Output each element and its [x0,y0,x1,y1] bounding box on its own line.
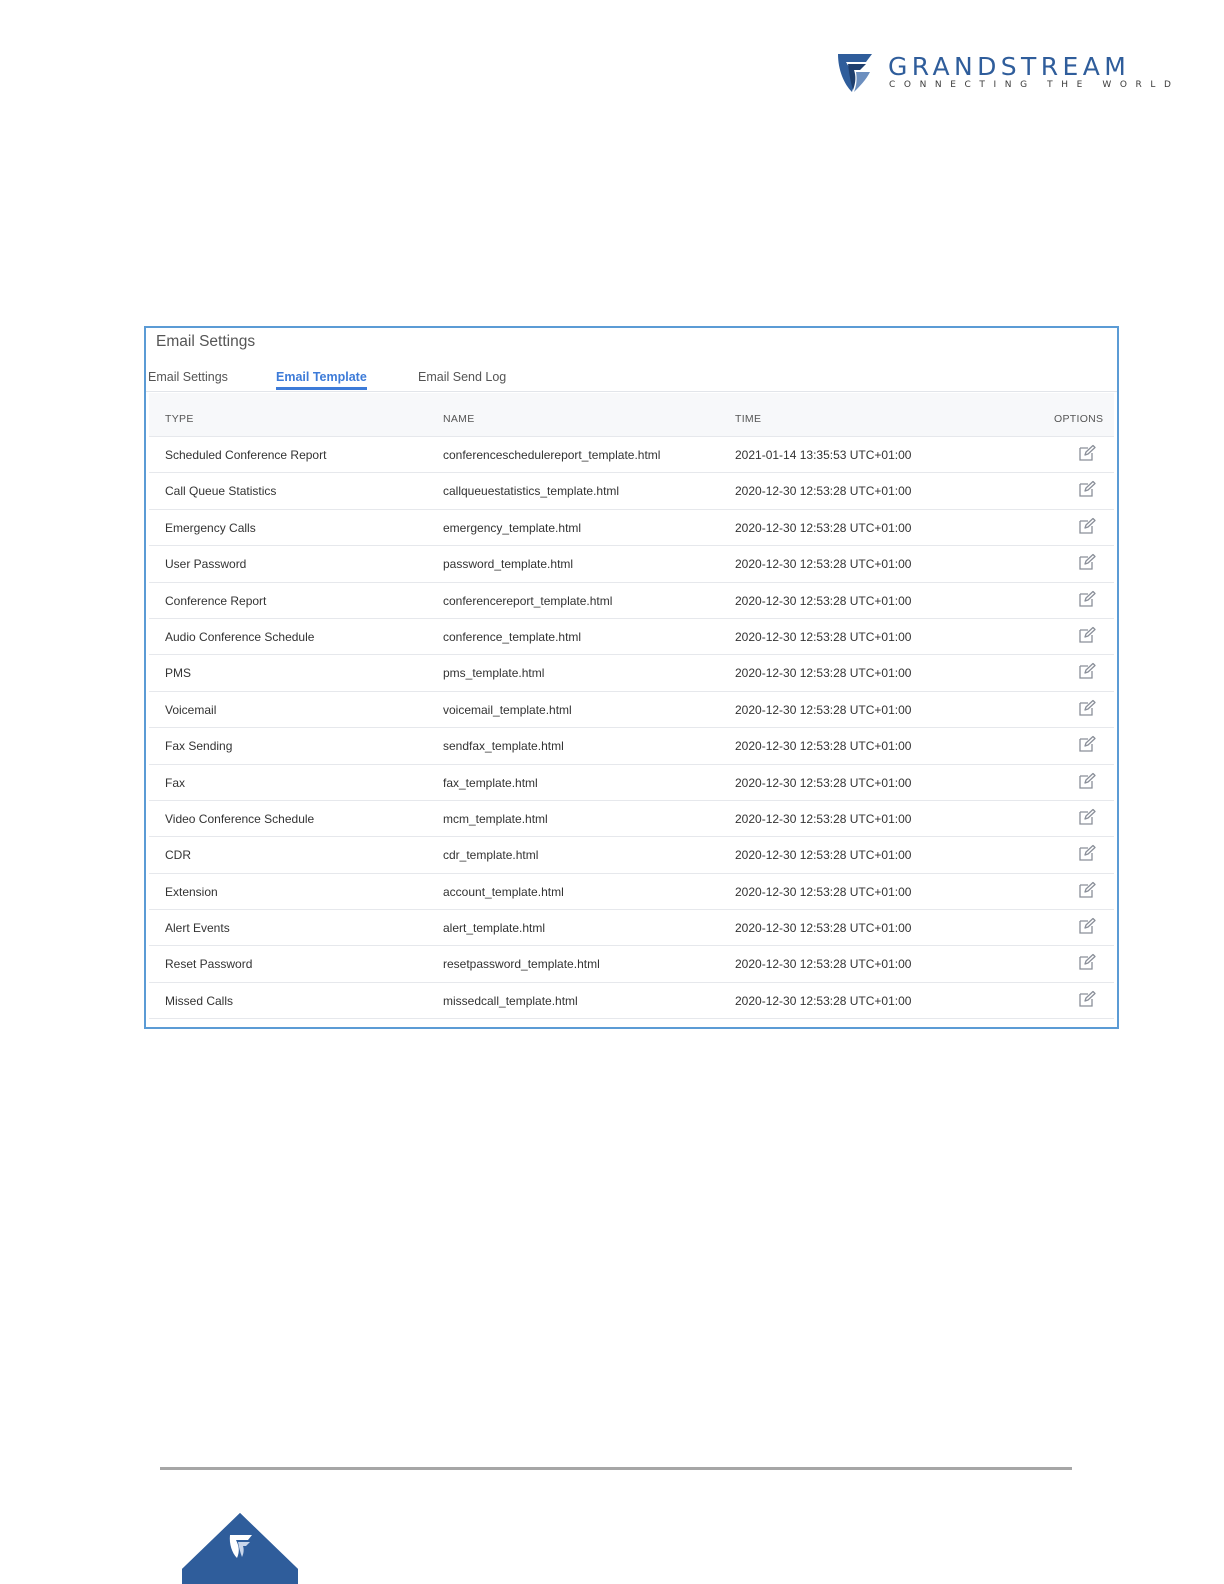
footer-logo-icon [182,1513,298,1584]
row-template-name: missedcall_template.html [443,993,578,1008]
row-time: 2020-12-30 12:53:28 UTC+01:00 [735,811,912,826]
row-type: Voicemail [165,702,217,717]
panel-title: Email Settings [156,333,256,350]
row-time: 2020-12-30 12:53:28 UTC+01:00 [735,520,912,535]
row-template-name: resetpassword_template.html [443,957,600,972]
footer-divider [160,1467,1072,1470]
row-template-name: conferencereport_template.html [443,593,613,608]
grandstream-logo-mark-icon [838,54,872,92]
edit-icon[interactable] [1078,735,1096,753]
edit-icon[interactable] [1078,953,1096,971]
edit-icon[interactable] [1078,590,1096,608]
edit-icon[interactable] [1078,444,1096,462]
edit-icon[interactable] [1078,881,1096,899]
row-time: 2020-12-30 12:53:28 UTC+01:00 [735,884,912,899]
row-type: Missed Calls [165,993,234,1008]
table-body: Scheduled Conference Report conferencesch… [149,437,1114,1020]
row-type: Scheduled Conference Report [165,448,327,462]
row-type: Audio Conference Schedule [165,629,315,644]
row-template-name: pms_template.html [443,666,545,681]
table-row: Fax fax_template.html 2020-12-30 12:53:28 … [149,765,1114,801]
row-template-name: voicemail_template.html [443,702,572,717]
row-type: Reset Password [165,957,253,972]
table-row: Alert Events alert_template.html 2020-12-3… [149,910,1114,947]
row-template-name: alert_template.html [443,921,546,936]
tab-email-send-log[interactable]: Email Send Log [418,370,506,384]
row-type: User Password [165,557,247,572]
row-type: Alert Events [165,921,230,936]
row-time: 2020-12-30 12:53:28 UTC+01:00 [735,629,912,644]
column-header-type[interactable]: TYPE [165,413,194,425]
row-type: Fax Sending [165,739,233,754]
edit-icon[interactable] [1078,808,1096,826]
tab-bar: Email Settings Email Template Email Send… [146,366,1117,392]
row-time: 2020-12-30 12:53:28 UTC+01:00 [735,848,912,863]
row-template-name: mcm_template.html [443,811,548,826]
row-template-name: sendfax_template.html [443,739,564,754]
edit-icon[interactable] [1078,772,1096,790]
table-row: Missed Calls missedcall_template.html 2020… [149,983,1114,1020]
email-settings-panel: Email Settings Email Settings Email Temp… [144,326,1119,1029]
column-header-options: OPTIONS [1054,413,1104,425]
row-type: Extension [165,884,218,899]
row-type: PMS [165,666,192,681]
table-row: Video Conference Schedule mcm_template.ht… [149,801,1114,838]
column-header-name[interactable]: NAME [443,413,475,425]
row-time: 2020-12-30 12:53:28 UTC+01:00 [735,557,912,572]
edit-icon[interactable] [1078,990,1096,1008]
edit-icon[interactable] [1078,553,1096,571]
row-time: 2021-01-14 13:35:53 UTC+01:00 [735,448,912,462]
row-type: Call Queue Statistics [165,484,277,499]
column-header-time[interactable]: TIME [735,413,761,425]
edit-icon[interactable] [1078,699,1096,717]
row-time: 2020-12-30 12:53:28 UTC+01:00 [735,957,912,972]
edit-icon[interactable] [1078,626,1096,644]
table-row: Conference Report conferencereport_templa… [149,583,1114,619]
edit-icon[interactable] [1078,844,1096,862]
email-template-table: TYPE NAME TIME OPTIONS Scheduled Confere… [149,393,1114,1020]
table-row: Extension account_template.html 2020-12-30… [149,874,1114,911]
edit-icon[interactable] [1078,917,1096,935]
row-type: Video Conference Schedule [165,811,315,826]
table-row: Call Queue Statistics callqueuestatistics… [149,473,1114,510]
table-row: PMS pms_template.html 2020-12-30 12:53:28 … [149,655,1114,692]
table-row: Fax Sending sendfax_template.html 2020-12-… [149,728,1114,765]
table-row: Voicemail voicemail_template.html 2020-12-… [149,692,1114,729]
row-template-name: account_template.html [443,884,564,899]
tab-email-settings[interactable]: Email Settings [148,370,228,384]
brand-tagline: CONNECTING THE WORLD [889,80,1180,90]
row-template-name: cdr_template.html [443,848,539,863]
table-row: CDR cdr_template.html 2020-12-30 12:53:28 … [149,837,1114,874]
row-time: 2020-12-30 12:53:28 UTC+01:00 [735,593,912,608]
row-template-name: conference_template.html [443,629,582,644]
row-time: 2020-12-30 12:53:28 UTC+01:00 [735,739,912,754]
table-header: TYPE NAME TIME OPTIONS [149,393,1114,437]
row-type: Fax [165,775,186,790]
row-time: 2020-12-30 12:53:28 UTC+01:00 [735,484,912,499]
row-time: 2020-12-30 12:53:28 UTC+01:00 [735,775,912,790]
tab-email-template[interactable]: Email Template [276,370,367,390]
row-template-name: fax_template.html [443,775,538,790]
row-type: Conference Report [165,593,267,608]
row-time: 2020-12-30 12:53:28 UTC+01:00 [735,921,912,936]
row-template-name: emergency_template.html [443,520,582,535]
table-row: Scheduled Conference Report conferencesch… [149,437,1114,474]
row-template-name: callqueuestatistics_template.html [443,484,620,499]
edit-icon[interactable] [1078,480,1096,498]
row-time: 2020-12-30 12:53:28 UTC+01:00 [735,993,912,1008]
row-type: CDR [165,848,191,863]
row-time: 2020-12-30 12:53:28 UTC+01:00 [735,702,912,717]
table-row: User Password password_template.html 2020-… [149,546,1114,583]
edit-icon[interactable] [1078,517,1096,535]
brand-name: GRANDSTREAM [888,52,1131,81]
table-row: Emergency Calls emergency_template.html 20… [149,510,1114,547]
table-row: Audio Conference Schedule conference_temp… [149,619,1114,656]
edit-icon[interactable] [1078,662,1096,680]
grandstream-logo: GRANDSTREAM CONNECTING THE WORLD [832,50,1171,96]
row-type: Emergency Calls [165,520,256,535]
table-row: Reset Password resetpassword_template.htm… [149,946,1114,983]
row-template-name: password_template.html [443,557,574,572]
row-time: 2020-12-30 12:53:28 UTC+01:00 [735,666,912,681]
row-template-name: conferenceschedulereport_template.html [443,448,661,462]
